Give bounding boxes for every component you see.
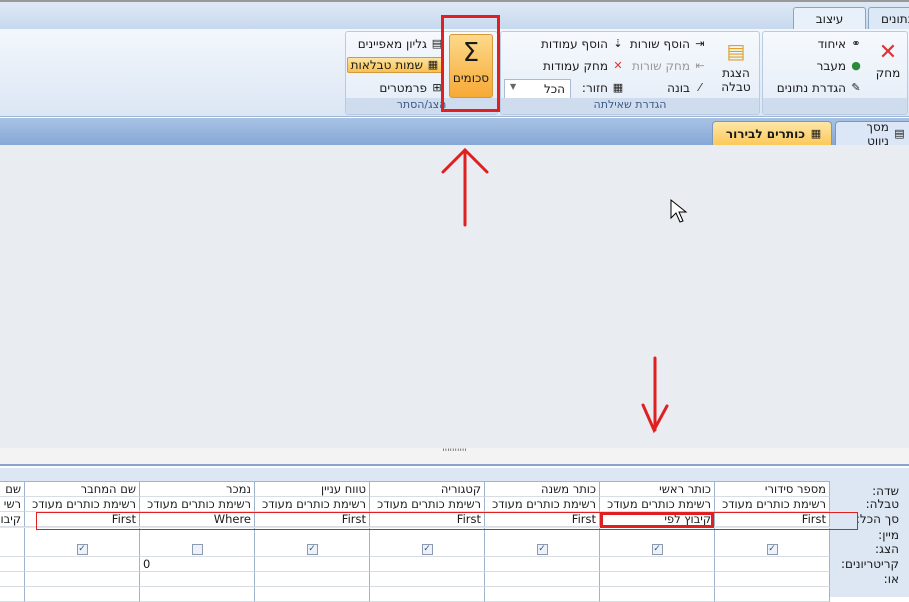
annotation-layer bbox=[441, 147, 688, 434]
mouse-cursor-icon bbox=[670, 198, 688, 223]
arrow-up-annotation bbox=[441, 147, 489, 227]
arrow-down-annotation bbox=[641, 356, 669, 434]
